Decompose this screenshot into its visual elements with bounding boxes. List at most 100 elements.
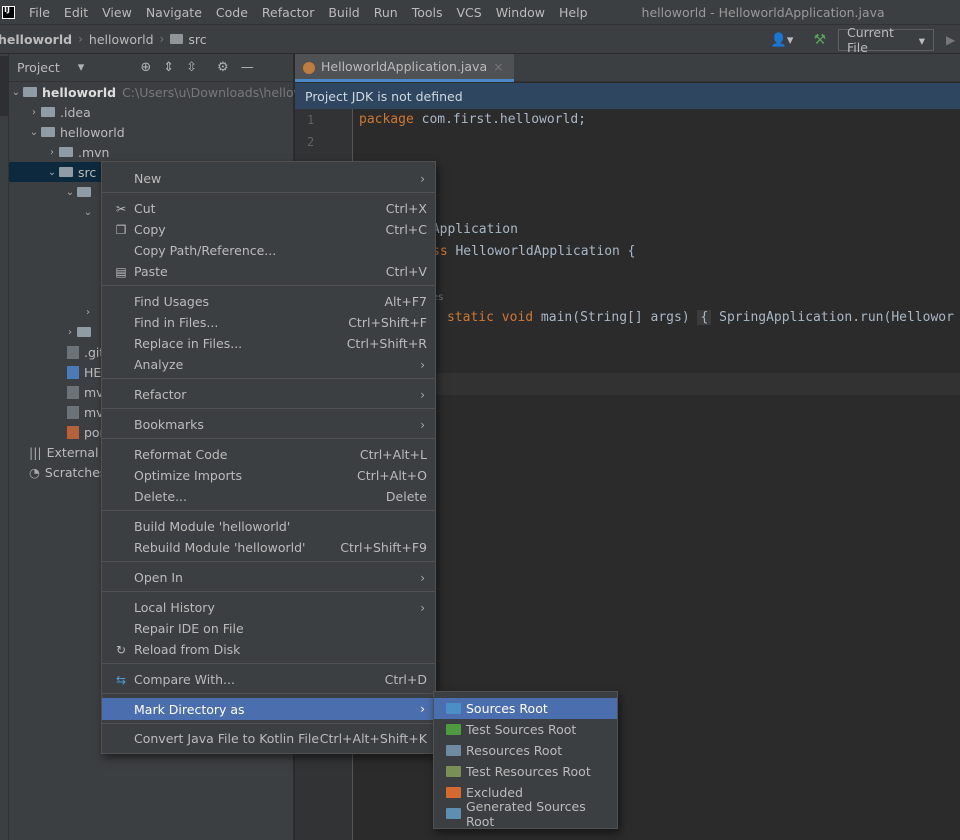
breadcrumb-module[interactable]: helloworld (89, 32, 154, 47)
menu-navigate[interactable]: Navigate (146, 5, 202, 20)
chevron-right-icon[interactable]: › (63, 327, 77, 338)
submenu-item-resources-root[interactable]: Resources Root (434, 740, 617, 761)
user-account-icon[interactable]: 👤▾ (771, 33, 794, 48)
menu-item-paste[interactable]: ▤ Paste Ctrl+V (102, 261, 435, 282)
minimize-icon[interactable]: — (241, 60, 254, 75)
submenu-item-sources-root[interactable]: Sources Root (434, 698, 617, 719)
tree-row-helloworld[interactable]: ⌄ helloworld (27, 122, 125, 142)
menu-item-compare-with[interactable]: ⇆ Compare With... Ctrl+D (102, 669, 435, 690)
tree-row-help[interactable]: HE (67, 362, 101, 382)
menu-item-build-module[interactable]: Build Module 'helloworld' (102, 516, 435, 537)
menu-run[interactable]: Run (374, 5, 398, 20)
folded-code-block[interactable]: { (697, 310, 712, 325)
tree-row-test[interactable]: › (63, 322, 96, 342)
project-view-selector[interactable]: Project (17, 60, 60, 75)
chevron-right-icon[interactable]: › (45, 147, 59, 158)
menu-separator (102, 378, 435, 379)
tree-row-root[interactable]: ⌄ helloworld C:\Users\u\Downloads\hellow (9, 82, 304, 102)
submenu-item-generated-sources-root[interactable]: Generated Sources Root (434, 799, 617, 829)
scratches-icon: ◔ (29, 464, 40, 480)
tree-row-scratches[interactable]: ◔ Scratches (29, 462, 106, 482)
tree-row-label: .idea (60, 104, 91, 120)
breadcrumb-project[interactable]: helloworld (0, 32, 72, 47)
chevron-down-icon[interactable]: ⌄ (81, 207, 95, 218)
menu-edit[interactable]: Edit (64, 5, 88, 20)
build-hammer-icon[interactable]: ⚒ (813, 32, 826, 48)
menu-build[interactable]: Build (328, 5, 359, 20)
folder-icon (77, 187, 91, 197)
file-icon (67, 345, 79, 359)
tree-row-mvn[interactable]: › .mvn (45, 142, 109, 162)
left-tool-stripe (0, 54, 9, 840)
project-tool-window-tab[interactable] (0, 56, 9, 116)
editor-tab-helloworld-application[interactable]: HelloworldApplication.java × (295, 54, 514, 82)
chevron-down-icon[interactable]: ⌄ (9, 87, 23, 98)
menu-item-replace-in-files[interactable]: Replace in Files... Ctrl+Shift+R (102, 333, 435, 354)
menu-vcs[interactable]: VCS (457, 5, 482, 20)
run-configuration-select[interactable]: Current File ▾ (838, 25, 934, 55)
menu-item-repair-ide[interactable]: Repair IDE on File (102, 618, 435, 639)
tree-row-resources[interactable]: › (81, 302, 95, 322)
menu-item-find-in-files[interactable]: Find in Files... Ctrl+Shift+F (102, 312, 435, 333)
chevron-down-icon[interactable]: ⌄ (45, 167, 59, 178)
menu-window[interactable]: Window (496, 5, 545, 20)
menu-item-reload-from-disk[interactable]: ↻ Reload from Disk (102, 639, 435, 660)
chevron-down-icon[interactable]: ⌄ (63, 187, 77, 198)
run-icon[interactable]: ▶ (946, 33, 960, 47)
tree-row-gitignore[interactable]: .git (67, 342, 104, 362)
navigation-bar: helloworld › helloworld › src 👤▾ ⚒ Curre… (0, 24, 960, 55)
tree-row-idea[interactable]: › .idea (27, 102, 91, 122)
close-icon[interactable]: × (493, 59, 503, 74)
code-text: com.first.helloworld; (413, 112, 586, 127)
tree-row-mvnw[interactable]: mv (67, 382, 104, 402)
menu-view[interactable]: View (102, 5, 132, 20)
menu-item-reformat-code[interactable]: Reformat Code Ctrl+Alt+L (102, 444, 435, 465)
chevron-right-icon: › (420, 417, 425, 432)
test-sources-root-folder-icon (446, 724, 461, 735)
menu-item-analyze[interactable]: Analyze › (102, 354, 435, 375)
tree-row-external-libraries[interactable]: ||| External L (29, 442, 109, 462)
menu-refactor[interactable]: Refactor (262, 5, 314, 20)
menu-item-bookmarks[interactable]: Bookmarks › (102, 414, 435, 435)
menu-item-new[interactable]: New › (102, 168, 435, 189)
menu-item-rebuild-module[interactable]: Rebuild Module 'helloworld' Ctrl+Shift+F9 (102, 537, 435, 558)
line-number: 2 (307, 135, 315, 149)
menu-tools[interactable]: Tools (412, 5, 443, 20)
menu-separator (102, 510, 435, 511)
tree-row-mvnw-cmd[interactable]: mv (67, 402, 104, 422)
submenu-item-test-sources-root[interactable]: Test Sources Root (434, 719, 617, 740)
menu-item-refactor[interactable]: Refactor › (102, 384, 435, 405)
menu-item-mark-directory-as[interactable]: Mark Directory as › (102, 698, 435, 720)
tree-row-java[interactable]: ⌄ (81, 202, 95, 222)
chevron-down-icon[interactable]: ⌄ (27, 127, 41, 138)
folder-icon (41, 107, 55, 117)
tree-row-pom[interactable]: por (67, 422, 105, 442)
locate-icon[interactable]: ⊕ (140, 60, 151, 75)
menu-separator (102, 438, 435, 439)
menu-item-delete[interactable]: Delete... Delete (102, 486, 435, 507)
menu-separator (102, 723, 435, 724)
menu-item-convert-to-kotlin[interactable]: Convert Java File to Kotlin File Ctrl+Alt… (102, 728, 435, 749)
menu-separator (102, 192, 435, 193)
menu-separator (102, 693, 435, 694)
submenu-item-test-resources-root[interactable]: Test Resources Root (434, 761, 617, 782)
chevron-down-icon[interactable]: ▾ (78, 60, 85, 75)
breadcrumb-src[interactable]: src (188, 32, 206, 47)
menu-code[interactable]: Code (216, 5, 248, 20)
gear-icon[interactable]: ⚙ (217, 60, 229, 75)
menu-item-copy[interactable]: ❐ Copy Ctrl+C (102, 219, 435, 240)
tree-row-main[interactable]: ⌄ (63, 182, 96, 202)
menu-item-optimize-imports[interactable]: Optimize Imports Ctrl+Alt+O (102, 465, 435, 486)
menu-item-cut[interactable]: ✂ Cut Ctrl+X (102, 198, 435, 219)
expand-all-icon[interactable]: ⇕ (163, 60, 174, 75)
chevron-right-icon[interactable]: › (27, 107, 41, 118)
menu-item-copy-path[interactable]: Copy Path/Reference... (102, 240, 435, 261)
menu-item-local-history[interactable]: Local History › (102, 597, 435, 618)
collapse-all-icon[interactable]: ⇳ (186, 60, 197, 75)
chevron-right-icon[interactable]: › (81, 307, 95, 318)
menu-help[interactable]: Help (559, 5, 588, 20)
menu-file[interactable]: File (29, 5, 50, 20)
menu-item-open-in[interactable]: Open In › (102, 567, 435, 588)
chevron-right-icon: › (420, 600, 425, 615)
menu-item-find-usages[interactable]: Find Usages Alt+F7 (102, 291, 435, 312)
